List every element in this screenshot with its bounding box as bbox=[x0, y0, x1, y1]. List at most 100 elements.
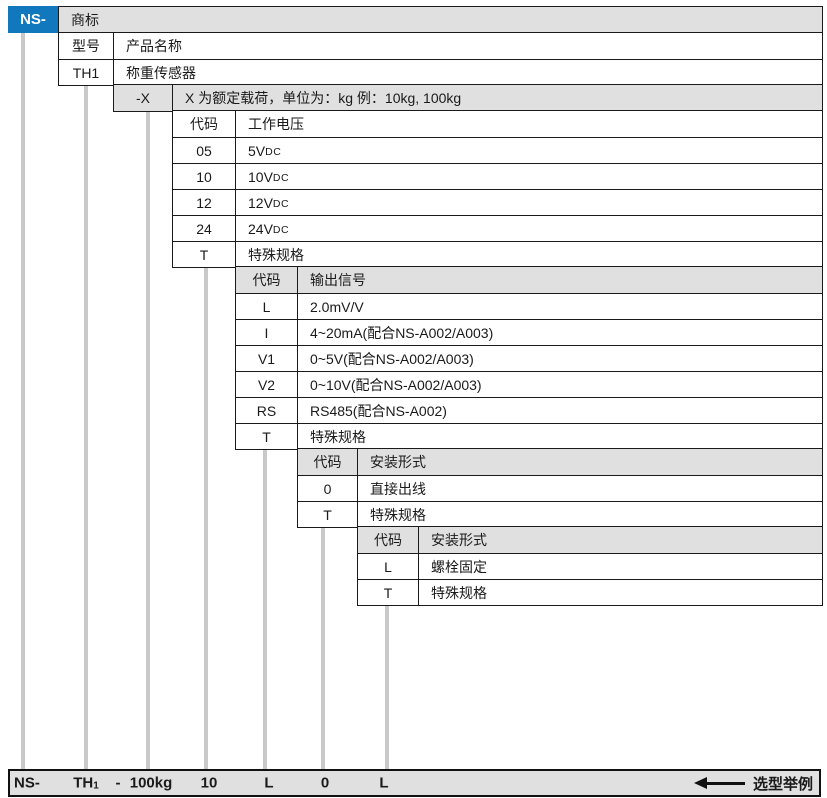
code-cell: T bbox=[173, 242, 236, 267]
fixing-row: T 特殊规格 bbox=[358, 579, 822, 605]
voltage-row: T 特殊规格 bbox=[173, 241, 822, 267]
desc-cell: 12VDC bbox=[236, 190, 822, 215]
mounting-header-row: 代码 安装形式 bbox=[298, 449, 822, 475]
voltage-header-code: 代码 bbox=[173, 111, 236, 137]
code-cell: V2 bbox=[236, 372, 298, 397]
output-header-row: 代码 输出信号 bbox=[236, 267, 822, 293]
model-header-row: 型号 产品名称 bbox=[59, 33, 822, 59]
example-model: TH1 bbox=[73, 775, 99, 792]
code-cell: 24 bbox=[173, 216, 236, 241]
capacity-code: -X bbox=[114, 85, 173, 111]
voltage-row: 05 5VDC bbox=[173, 137, 822, 163]
desc-cell: 2.0mV/V bbox=[298, 294, 822, 319]
desc-cell: RS485(配合NS-A002) bbox=[298, 398, 822, 423]
example-mounting: 0 bbox=[321, 775, 329, 792]
output-header-code: 代码 bbox=[236, 267, 298, 293]
example-dash: - bbox=[116, 775, 121, 792]
code-cell: T bbox=[358, 580, 419, 605]
code-cell: T bbox=[298, 502, 358, 527]
code-cell: T bbox=[236, 424, 298, 449]
desc-cell: 4~20mA(配合NS-A002/A003) bbox=[298, 320, 822, 345]
desc-cell: 特殊规格 bbox=[298, 424, 822, 449]
connector-line-voltage bbox=[204, 266, 208, 769]
code-cell: L bbox=[236, 294, 298, 319]
voltage-unit: DC bbox=[265, 146, 281, 158]
connector-line-fixing bbox=[385, 604, 389, 769]
voltage-header-desc: 工作电压 bbox=[236, 111, 822, 137]
example-voltage: 10 bbox=[201, 775, 218, 792]
voltage-row: 24 24VDC bbox=[173, 215, 822, 241]
desc-cell: 0~5V(配合NS-A002/A003) bbox=[298, 346, 822, 371]
voltage-value: 特殊规格 bbox=[248, 245, 304, 265]
model-row: TH1 称重传感器 bbox=[59, 59, 822, 85]
code-cell: 10 bbox=[173, 164, 236, 189]
fixing-header-row: 代码 安装形式 bbox=[358, 527, 822, 553]
fixing-header-code: 代码 bbox=[358, 527, 419, 553]
example-model-text: TH bbox=[73, 775, 93, 792]
output-row: V2 0~10V(配合NS-A002/A003) bbox=[236, 371, 822, 397]
output-row: RS RS485(配合NS-A002) bbox=[236, 397, 822, 423]
code-cell: 12 bbox=[173, 190, 236, 215]
fixing-table: 代码 安装形式 L 螺栓固定 T 特殊规格 bbox=[357, 526, 823, 606]
mounting-table: 代码 安装形式 0 直接出线 T 特殊规格 bbox=[297, 448, 823, 528]
desc-cell: 5VDC bbox=[236, 138, 822, 163]
desc-cell: 24VDC bbox=[236, 216, 822, 241]
example-fixing: L bbox=[379, 775, 388, 792]
voltage-value: 10V bbox=[248, 169, 273, 185]
mounting-row: T 特殊规格 bbox=[298, 501, 822, 527]
voltage-unit: DC bbox=[273, 224, 289, 236]
voltage-header-row: 代码 工作电压 bbox=[173, 111, 822, 137]
connector-line-capacity bbox=[146, 110, 150, 769]
trademark-label: 商标 bbox=[59, 7, 822, 33]
voltage-unit: DC bbox=[273, 172, 289, 184]
desc-cell: 特殊规格 bbox=[236, 242, 822, 267]
example-arrow-label: 选型举例 bbox=[753, 773, 813, 794]
output-row: I 4~20mA(配合NS-A002/A003) bbox=[236, 319, 822, 345]
capacity-desc: X 为额定载荷，单位为：kg 例：10kg, 100kg bbox=[173, 85, 822, 111]
desc-cell: 0~10V(配合NS-A002/A003) bbox=[298, 372, 822, 397]
example-brand: NS- bbox=[14, 775, 40, 792]
code-cell: 0 bbox=[298, 476, 358, 501]
desc-cell: 螺栓固定 bbox=[419, 554, 822, 579]
voltage-value: 5V bbox=[248, 143, 265, 159]
example-model-subscript: 1 bbox=[93, 781, 99, 792]
code-cell: V1 bbox=[236, 346, 298, 371]
output-row: V1 0~5V(配合NS-A002/A003) bbox=[236, 345, 822, 371]
output-row: T 特殊规格 bbox=[236, 423, 822, 449]
model-selection-diagram: NS- 商标 型号 产品名称 TH1 称重传感器 -X X 为额定载荷，单位为：… bbox=[0, 0, 827, 798]
capacity-table: -X X 为额定载荷，单位为：kg 例：10kg, 100kg bbox=[113, 84, 823, 112]
capacity-row: -X X 为额定载荷，单位为：kg 例：10kg, 100kg bbox=[114, 85, 822, 111]
model-header-desc: 产品名称 bbox=[114, 33, 822, 59]
left-arrow-line bbox=[707, 782, 745, 785]
voltage-value: 24V bbox=[248, 221, 273, 237]
model-table: 型号 产品名称 TH1 称重传感器 bbox=[58, 32, 823, 86]
model-header-code: 型号 bbox=[59, 33, 114, 59]
connector-line-output bbox=[263, 448, 267, 769]
voltage-unit: DC bbox=[273, 198, 289, 210]
desc-cell: 10VDC bbox=[236, 164, 822, 189]
mounting-header-code: 代码 bbox=[298, 449, 358, 475]
mounting-row: 0 直接出线 bbox=[298, 475, 822, 501]
model-desc: 称重传感器 bbox=[114, 60, 822, 85]
code-cell: I bbox=[236, 320, 298, 345]
fixing-header-desc: 安装形式 bbox=[419, 527, 822, 553]
connector-line-brand bbox=[21, 33, 25, 769]
brand-code-box: NS- bbox=[8, 6, 58, 33]
trademark-table: 商标 bbox=[58, 6, 823, 34]
example-capacity: 100kg bbox=[130, 775, 173, 792]
code-cell: L bbox=[358, 554, 419, 579]
code-cell: RS bbox=[236, 398, 298, 423]
voltage-row: 10 10VDC bbox=[173, 163, 822, 189]
example-output: L bbox=[264, 775, 273, 792]
left-arrow-icon bbox=[694, 777, 707, 789]
connector-line-mounting bbox=[321, 526, 325, 769]
code-cell: 05 bbox=[173, 138, 236, 163]
output-header-desc: 输出信号 bbox=[298, 267, 822, 293]
voltage-table: 代码 工作电压 05 5VDC 10 10VDC 12 12VDC 24 24V… bbox=[172, 110, 823, 268]
output-signal-table: 代码 输出信号 L 2.0mV/V I 4~20mA(配合NS-A002/A00… bbox=[235, 266, 823, 450]
mounting-header-desc: 安装形式 bbox=[358, 449, 822, 475]
fixing-row: L 螺栓固定 bbox=[358, 553, 822, 579]
desc-cell: 特殊规格 bbox=[419, 580, 822, 605]
desc-cell: 特殊规格 bbox=[358, 502, 822, 527]
voltage-row: 12 12VDC bbox=[173, 189, 822, 215]
